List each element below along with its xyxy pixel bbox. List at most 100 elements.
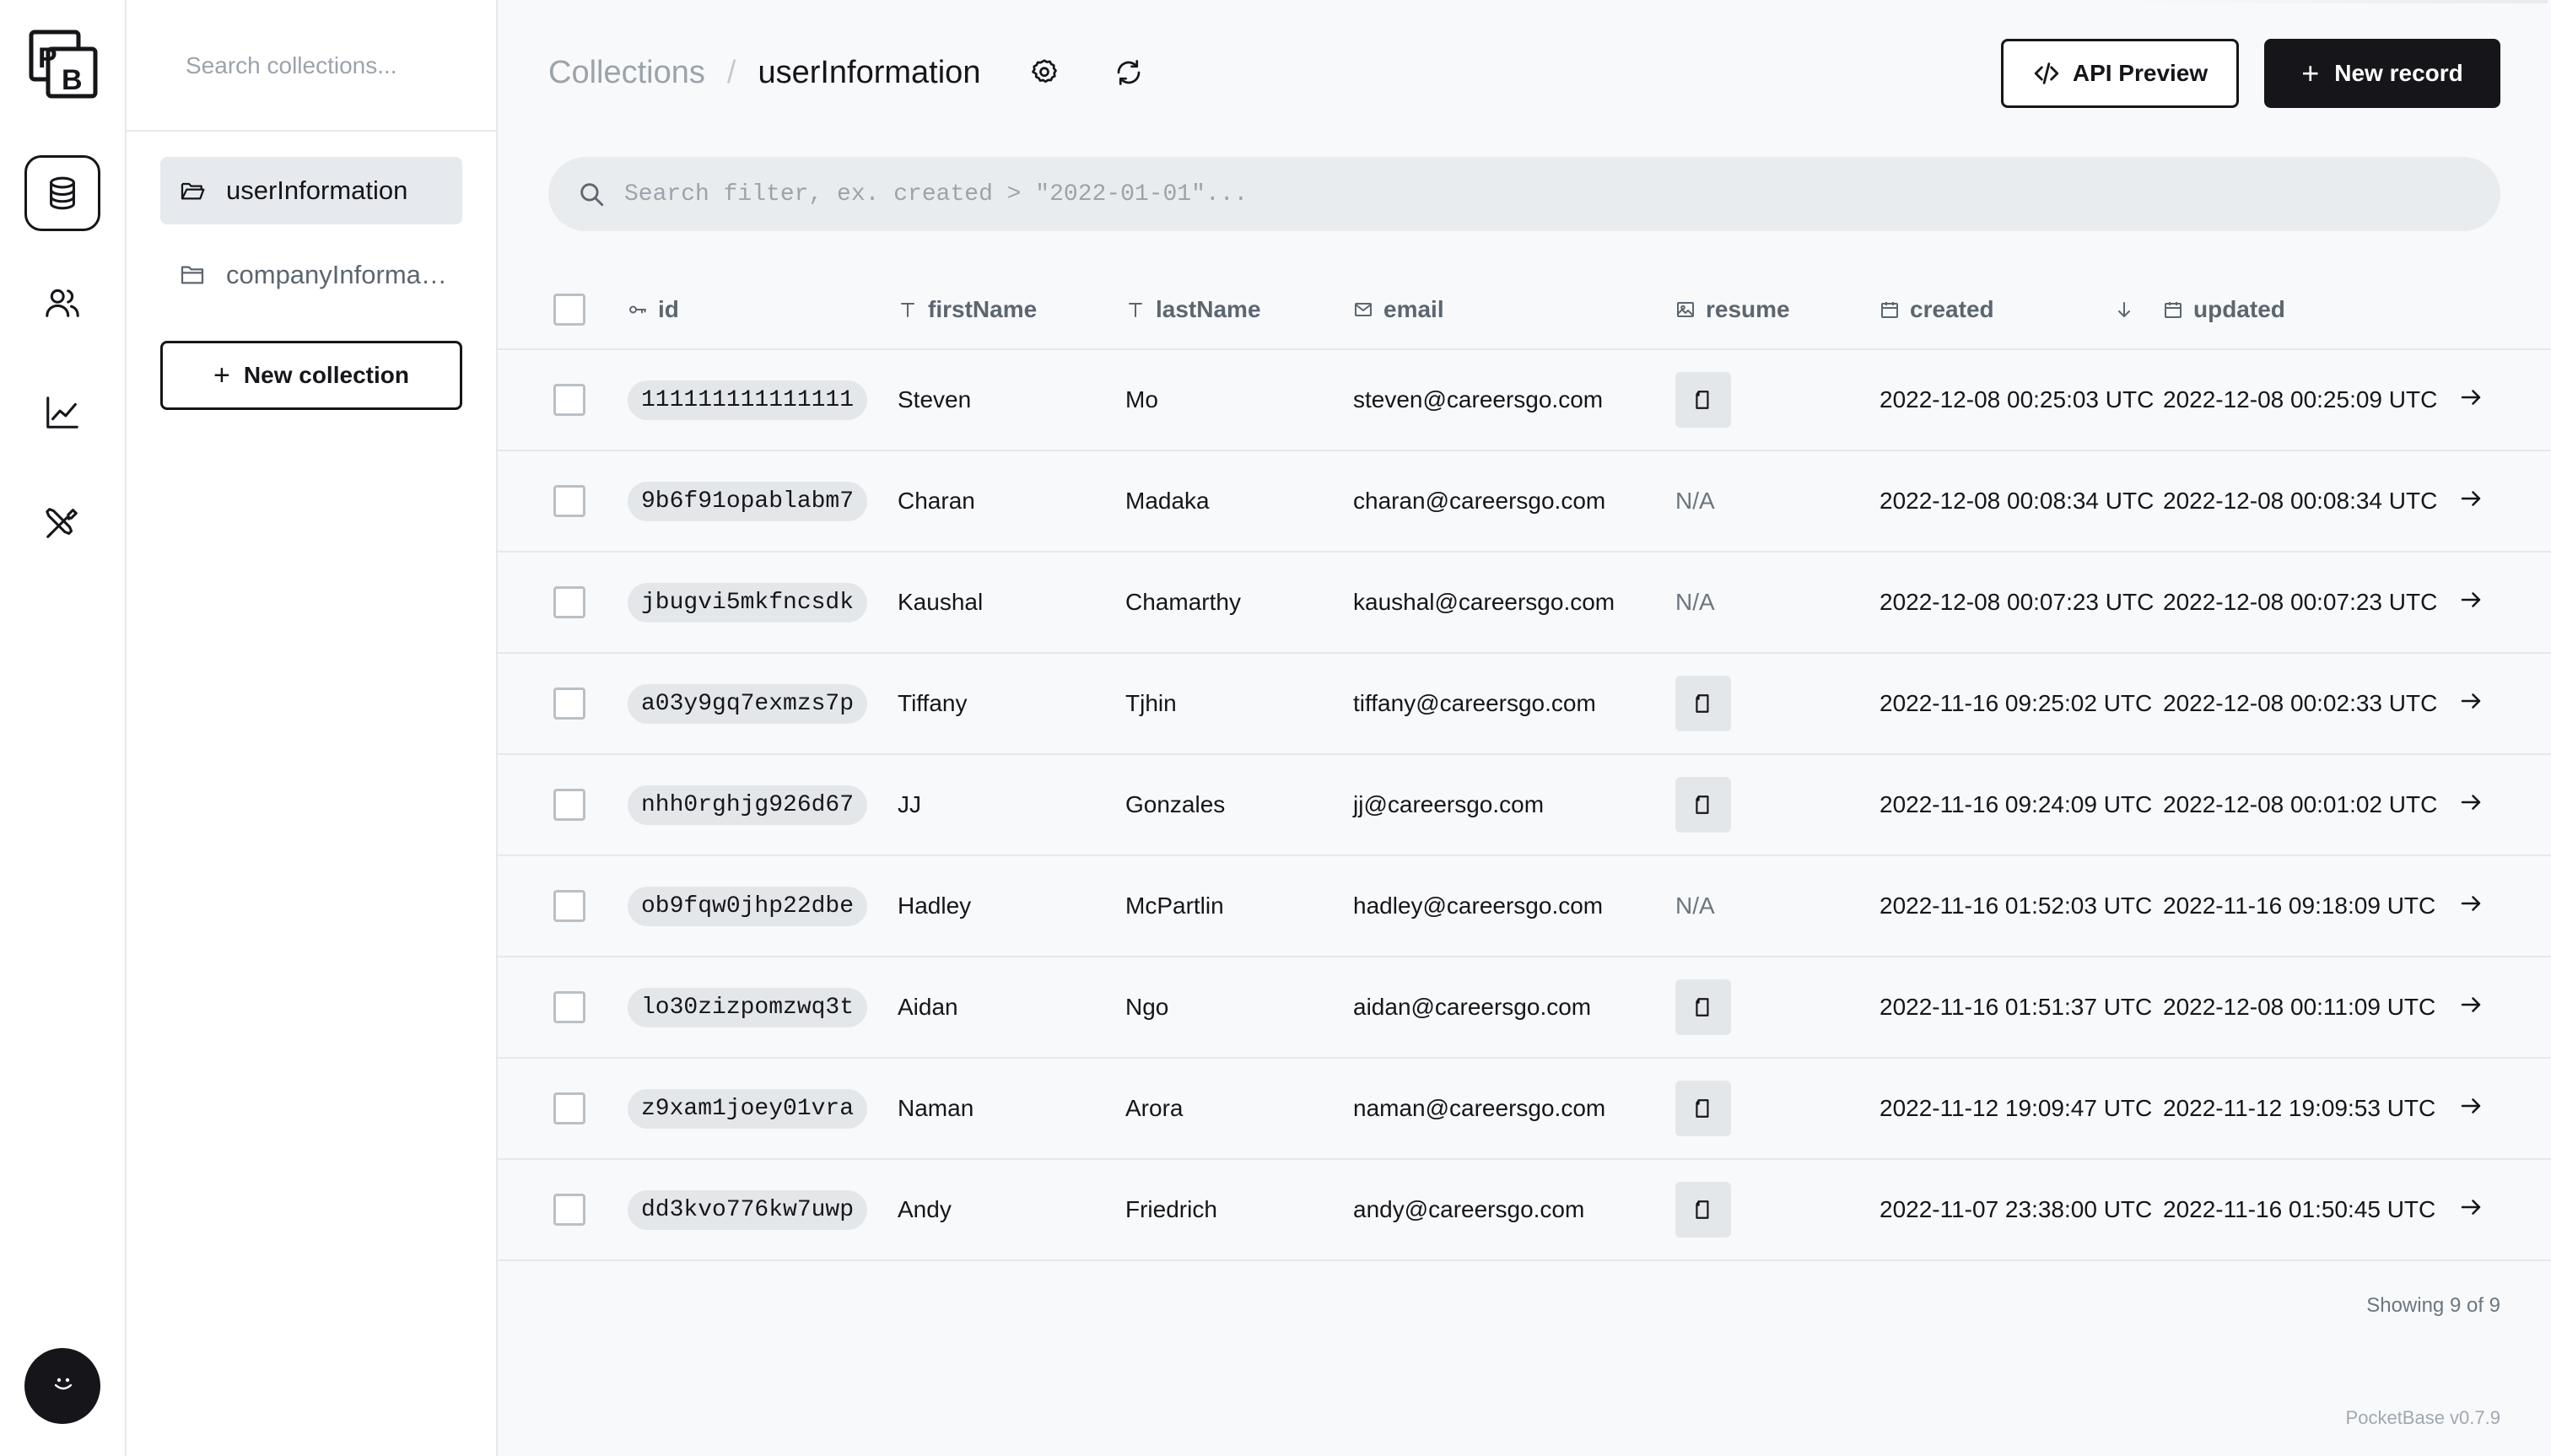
open-record-button[interactable]	[2458, 587, 2484, 612]
resume-file-thumbnail[interactable]	[1675, 777, 1731, 833]
app-version: PocketBase v0.7.9	[2345, 1407, 2500, 1428]
record-id-badge[interactable]: 9b6f91opablabm7	[628, 481, 868, 521]
file-icon	[1696, 391, 1709, 409]
table-row[interactable]: a03y9gq7exmzs7p Tiffany Tjhin tiffany@caree…	[498, 653, 2551, 755]
table-row[interactable]: z9xam1joey01vra Naman Arora naman@careersgo…	[498, 1058, 2551, 1160]
cell-resume: N/A	[1675, 552, 1880, 654]
resume-file-thumbnail[interactable]	[1675, 676, 1731, 731]
cell-email: andy@careersgo.com	[1353, 1159, 1675, 1261]
new-record-button[interactable]: + New record	[2264, 39, 2500, 108]
row-checkbox[interactable]	[553, 1194, 585, 1226]
arrow-right-icon	[2461, 794, 2481, 810]
select-all-checkbox[interactable]	[553, 293, 585, 326]
cell-updated: 2022-12-08 00:07:23 UTC	[2163, 552, 2441, 654]
arrow-right-icon	[2461, 591, 2481, 607]
calendar-icon	[1881, 301, 1898, 318]
page-title: userInformation	[758, 54, 981, 90]
row-checkbox[interactable]	[553, 688, 585, 720]
cell-created: 2022-11-16 09:24:09 UTC	[1880, 754, 2163, 856]
image-icon	[1677, 301, 1694, 317]
rail-collections-button[interactable]	[24, 155, 100, 231]
record-id-badge[interactable]: lo30zizpomzwq3t	[628, 987, 868, 1027]
table-row[interactable]: 111111111111111 Steven Mo steven@careersgo.…	[498, 349, 2551, 451]
new-collection-button[interactable]: + New collection	[160, 341, 462, 410]
plus-icon: +	[2301, 56, 2320, 90]
collection-item-label: userInformation	[226, 175, 408, 205]
column-header-email[interactable]: email	[1353, 270, 1675, 350]
resume-file-thumbnail[interactable]	[1675, 1182, 1731, 1238]
column-header-resume[interactable]: resume	[1675, 270, 1880, 350]
calendar-icon	[2165, 301, 2182, 318]
collections-search-input[interactable]	[186, 52, 464, 79]
collection-settings-button[interactable]	[1022, 51, 1066, 94]
table-row[interactable]: dd3kvo776kw7uwp Andy Friedrich andy@careers…	[498, 1159, 2551, 1261]
file-icon	[1696, 694, 1709, 713]
row-checkbox[interactable]	[553, 1092, 585, 1124]
main-panel: Collections / userInformation API Previe…	[498, 0, 2551, 1456]
code-icon	[2034, 62, 2059, 84]
cell-lastname: Friedrich	[1125, 1159, 1353, 1261]
open-record-button[interactable]	[2458, 1093, 2484, 1119]
row-checkbox[interactable]	[553, 485, 585, 517]
column-header-updated[interactable]: updated	[2163, 270, 2441, 350]
open-record-button[interactable]	[2458, 992, 2484, 1017]
filter-search-input[interactable]	[624, 181, 2438, 208]
row-checkbox[interactable]	[553, 890, 585, 922]
breadcrumb-root-link[interactable]: Collections	[548, 55, 705, 91]
cell-created: 2022-11-16 01:52:03 UTC	[1880, 855, 2163, 957]
users-icon	[46, 289, 79, 317]
pocketbase-logo[interactable]: P B	[28, 29, 99, 100]
record-id-badge[interactable]: a03y9gq7exmzs7p	[628, 683, 868, 724]
filter-search-bar	[548, 157, 2500, 231]
table-header-row: id firstName lastName email resume creat…	[498, 270, 2551, 350]
resume-file-thumbnail[interactable]	[1675, 372, 1731, 428]
table-row[interactable]: nhh0rghjg926d67 JJ Gonzales jj@careersgo.co…	[498, 754, 2551, 856]
row-checkbox[interactable]	[553, 789, 585, 821]
cell-updated: 2022-12-08 00:11:09 UTC	[2163, 957, 2441, 1059]
resume-file-thumbnail[interactable]	[1675, 979, 1731, 1035]
column-header-created[interactable]: created	[1880, 270, 2163, 350]
collections-sidebar: userInformation companyInformation + New…	[127, 0, 498, 1456]
column-header-id[interactable]: id	[628, 270, 898, 350]
records-count: Showing 9 of 9	[2366, 1294, 2500, 1317]
resume-file-thumbnail[interactable]	[1675, 1081, 1731, 1136]
column-header-firstname[interactable]: firstName	[898, 270, 1125, 350]
record-id-badge[interactable]: ob9fqw0jhp22dbe	[628, 886, 868, 926]
open-record-button[interactable]	[2458, 891, 2484, 916]
record-id-badge[interactable]: dd3kvo776kw7uwp	[628, 1189, 868, 1230]
table-row[interactable]: ob9fqw0jhp22dbe Hadley McPartlin hadley@car…	[498, 855, 2551, 957]
record-id-badge[interactable]: z9xam1joey01vra	[628, 1088, 868, 1129]
open-record-button[interactable]	[2458, 486, 2484, 511]
refresh-button[interactable]	[1107, 51, 1151, 94]
table-row[interactable]: 9b6f91opablabm7 Charan Madaka charan@career…	[498, 450, 2551, 553]
new-collection-label: New collection	[243, 362, 409, 388]
row-checkbox[interactable]	[553, 991, 585, 1023]
open-record-button[interactable]	[2458, 790, 2484, 815]
user-avatar[interactable]	[24, 1348, 100, 1424]
cell-resume: N/A	[1675, 855, 1880, 957]
record-id-badge[interactable]: jbugvi5mkfncsdk	[628, 582, 868, 623]
collection-item-userinformation[interactable]: userInformation	[160, 157, 462, 224]
table-row[interactable]: lo30zizpomzwq3t Aidan Ngo aidan@careersgo.c…	[498, 957, 2551, 1059]
open-record-button[interactable]	[2458, 688, 2484, 714]
rail-users-button[interactable]	[24, 265, 100, 341]
cell-updated: 2022-11-16 01:50:45 UTC	[2163, 1159, 2441, 1261]
cell-created: 2022-11-16 09:25:02 UTC	[1880, 653, 2163, 755]
rail-settings-button[interactable]	[24, 484, 100, 560]
database-icon	[50, 176, 75, 210]
rail-logs-button[interactable]	[24, 375, 100, 450]
api-preview-button[interactable]: API Preview	[2001, 39, 2239, 108]
record-id-badge[interactable]: 111111111111111	[628, 380, 868, 420]
collection-item-companyinformation[interactable]: companyInformation	[160, 241, 462, 309]
cell-updated: 2022-12-08 00:25:09 UTC	[2163, 349, 2441, 451]
row-checkbox[interactable]	[553, 384, 585, 416]
record-id-badge[interactable]: nhh0rghjg926d67	[628, 785, 868, 825]
open-record-button[interactable]	[2458, 1194, 2484, 1220]
row-checkbox[interactable]	[553, 586, 585, 618]
tools-icon	[46, 508, 78, 538]
text-type-icon	[1129, 302, 1142, 317]
file-icon	[1696, 1099, 1709, 1118]
column-header-lastname[interactable]: lastName	[1125, 270, 1353, 350]
open-record-button[interactable]	[2458, 385, 2484, 410]
table-row[interactable]: jbugvi5mkfncsdk Kaushal Chamarthy kaushal@c…	[498, 552, 2551, 654]
